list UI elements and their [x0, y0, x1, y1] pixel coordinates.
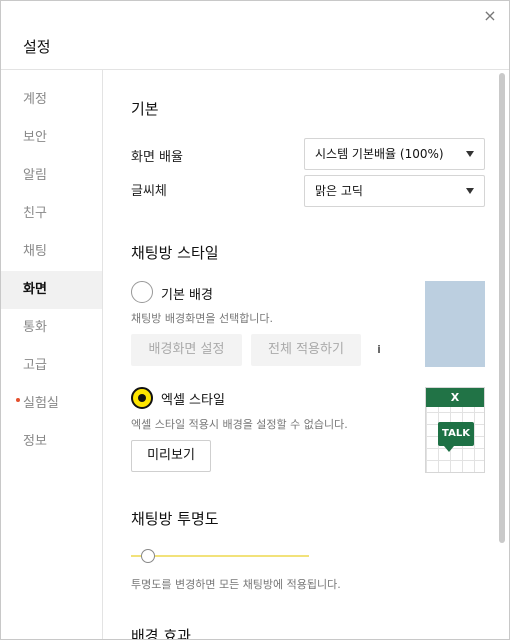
sidebar: 계정 보안 알림 친구 채팅 화면 통화 고급 실험실 정보 [1, 70, 103, 639]
sidebar-item-label: 계정 [23, 92, 47, 107]
talk-icon: TALK [438, 422, 474, 446]
font-select[interactable]: 맑은 고딕 [304, 175, 485, 207]
sidebar-item-label: 정보 [23, 434, 47, 449]
section-title-chat-style: 채팅방 스타일 [131, 244, 219, 262]
sidebar-item-about[interactable]: 정보 [1, 423, 102, 461]
window-title: 설정 [23, 38, 51, 56]
radio-selected-dot [138, 394, 146, 402]
zoom-label: 화면 배율 [131, 150, 183, 165]
settings-content[interactable]: 기본 화면 배율 시스템 기본배율 (100%) 글씨체 맑은 고딕 채팅방 스… [104, 70, 509, 639]
transparency-desc: 투명도를 변경하면 모든 채팅방에 적용됩니다. [131, 578, 341, 591]
sidebar-item-call[interactable]: 통화 [1, 309, 102, 347]
section-title-bg-effect: 배경 효과 [131, 627, 191, 639]
excel-style-preview: X TALK [425, 387, 485, 473]
sidebar-item-display[interactable]: 화면 [1, 271, 102, 309]
default-bg-radio[interactable] [131, 281, 153, 303]
zoom-select-value: 시스템 기본배율 (100%) [315, 147, 444, 161]
transparency-slider-track[interactable] [131, 555, 309, 557]
excel-style-label: 엑셀 스타일 [161, 393, 225, 408]
sidebar-item-notifications[interactable]: 알림 [1, 157, 102, 195]
transparency-slider-handle[interactable] [141, 549, 155, 563]
new-badge-dot [16, 398, 20, 402]
sidebar-item-label: 통화 [23, 320, 47, 335]
sidebar-item-label: 화면 [23, 282, 47, 297]
excel-style-radio[interactable] [131, 387, 153, 409]
sidebar-item-label: 고급 [23, 358, 47, 373]
sidebar-item-label: 실험실 [23, 396, 59, 411]
talk-bubble-tail [444, 446, 454, 452]
sidebar-item-label: 보안 [23, 130, 47, 145]
sidebar-item-lab[interactable]: 실험실 [1, 385, 102, 423]
chevron-down-icon [466, 188, 474, 194]
excel-style-desc: 엑셀 스타일 적용시 배경을 설정할 수 없습니다. [131, 418, 348, 431]
sidebar-item-label: 알림 [23, 168, 47, 183]
close-icon[interactable]: × [481, 7, 499, 25]
default-bg-desc: 채팅방 배경화면을 선택합니다. [131, 312, 274, 325]
font-label: 글씨체 [131, 184, 167, 199]
sidebar-item-account[interactable]: 계정 [1, 81, 102, 119]
excel-icon: X [426, 388, 484, 407]
apply-all-button[interactable]: 전체 적용하기 [251, 334, 361, 366]
sidebar-item-security[interactable]: 보안 [1, 119, 102, 157]
sidebar-item-advanced[interactable]: 고급 [1, 347, 102, 385]
section-title-basic: 기본 [131, 100, 159, 118]
content-scrollbar[interactable] [499, 73, 505, 543]
font-select-value: 맑은 고딕 [315, 184, 363, 198]
default-bg-preview [425, 281, 485, 367]
zoom-select[interactable]: 시스템 기본배율 (100%) [304, 138, 485, 170]
chevron-down-icon [466, 151, 474, 157]
sidebar-item-label: 채팅 [23, 244, 47, 259]
settings-window: × 설정 계정 보안 알림 친구 채팅 화면 통화 고급 실험실 정보 기본 화… [0, 0, 510, 640]
section-title-transparency: 채팅방 투명도 [131, 510, 219, 528]
sidebar-item-friends[interactable]: 친구 [1, 195, 102, 233]
set-bg-button[interactable]: 배경화면 설정 [131, 334, 242, 366]
default-bg-label: 기본 배경 [161, 288, 213, 303]
info-icon[interactable]: i [372, 343, 386, 357]
sidebar-item-chat[interactable]: 채팅 [1, 233, 102, 271]
sidebar-item-label: 친구 [23, 206, 47, 221]
preview-button[interactable]: 미리보기 [131, 440, 211, 472]
